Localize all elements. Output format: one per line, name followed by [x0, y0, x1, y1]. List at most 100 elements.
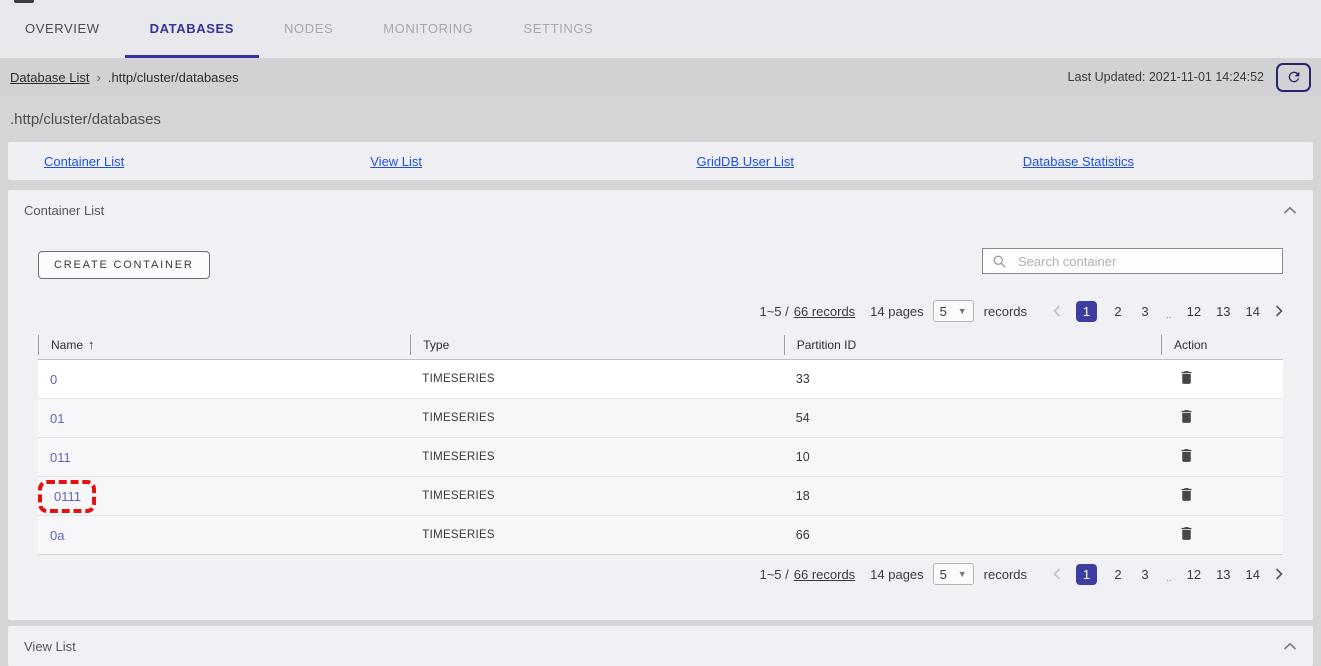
cell-action: [1161, 524, 1283, 546]
record-range-text: 1~5 /: [759, 567, 788, 582]
record-range-text: 1~5 /: [759, 304, 788, 319]
page-button-2[interactable]: 2: [1112, 567, 1124, 582]
breadcrumb-link-database-list[interactable]: Database List: [10, 70, 90, 85]
cell-action: [1161, 368, 1283, 390]
table-row: 0111TIMESERIES18: [38, 477, 1283, 516]
column-header-type[interactable]: Type: [410, 335, 784, 355]
view-list-title: View List: [24, 639, 76, 654]
container-list-title: Container List: [24, 203, 104, 218]
tab-bar: OVERVIEWDATABASESNODESMONITORINGSETTINGS: [0, 0, 1321, 58]
page-title-row: .http/cluster/databases: [0, 96, 1321, 142]
cell-partition-id: 33: [784, 372, 1161, 386]
search-icon: [992, 254, 1007, 269]
column-header-partition-id[interactable]: Partition ID: [784, 335, 1161, 355]
cell-name: 01: [38, 411, 410, 426]
pagination-ellipsis: ..: [1166, 310, 1172, 322]
page-button-14[interactable]: 14: [1246, 567, 1260, 582]
container-name-link[interactable]: 0111: [54, 489, 81, 504]
pages-count-text: 14 pages: [870, 304, 924, 319]
page-size-select[interactable]: 5▼: [933, 563, 974, 585]
chevron-right-icon[interactable]: [1275, 305, 1283, 317]
page-size-select[interactable]: 5▼: [933, 300, 974, 322]
table-row: 0aTIMESERIES66: [38, 516, 1283, 555]
logo-partial: [14, 0, 34, 3]
records-suffix-text: records: [984, 567, 1027, 582]
breadcrumb-separator-icon: ›: [97, 70, 101, 85]
container-name-link[interactable]: 01: [50, 411, 64, 426]
column-header-name[interactable]: Name ↑: [38, 335, 410, 355]
container-list-header: Container List: [8, 190, 1313, 218]
pagination-top: 1~5 /66 records14 pages5▼records123..121…: [38, 300, 1283, 322]
column-header-action: Action: [1161, 335, 1283, 355]
cell-partition-id: 10: [784, 450, 1161, 464]
container-name-link[interactable]: 011: [50, 450, 71, 465]
trash-icon[interactable]: [1178, 524, 1195, 543]
page-button-1[interactable]: 1: [1076, 301, 1097, 322]
quick-link-container-list[interactable]: Container List: [44, 154, 124, 169]
cell-name: 0a: [38, 528, 410, 543]
cell-type: TIMESERIES: [410, 412, 784, 424]
search-input[interactable]: [1016, 253, 1273, 270]
page-button-12[interactable]: 12: [1187, 304, 1201, 319]
tab-settings[interactable]: SETTINGS: [499, 2, 619, 58]
cell-partition-id: 54: [784, 411, 1161, 425]
chevron-up-icon[interactable]: [1283, 642, 1297, 651]
column-label: Type: [423, 338, 449, 352]
container-list-panel: Container List CREATE CONTAINER 1~5 / 66 …: [8, 190, 1313, 620]
pagination-ellipsis: ..: [1166, 573, 1172, 585]
page-button-3[interactable]: 3: [1139, 567, 1151, 582]
chevron-down-icon: ▼: [958, 569, 967, 579]
trash-icon[interactable]: [1178, 446, 1195, 465]
tab-nodes[interactable]: NODES: [259, 2, 358, 58]
page-number-list: 123..121314: [1053, 301, 1283, 322]
table-header-row: Name ↑ Type Partition ID Action: [38, 330, 1283, 360]
container-name-link[interactable]: 0: [50, 372, 57, 387]
records-count-link[interactable]: 66 records: [794, 304, 855, 319]
table-row: 011TIMESERIES10: [38, 438, 1283, 477]
chevron-right-icon[interactable]: [1275, 568, 1283, 580]
cell-name: 011: [38, 450, 410, 465]
page-button-13[interactable]: 13: [1216, 304, 1230, 319]
page-button-1[interactable]: 1: [1076, 564, 1097, 585]
cell-name: 0111: [38, 489, 410, 504]
create-container-button[interactable]: CREATE CONTAINER: [38, 251, 210, 279]
page-button-13[interactable]: 13: [1216, 567, 1230, 582]
page-button-2[interactable]: 2: [1112, 304, 1124, 319]
page-number-list: 123..121314: [1053, 564, 1283, 585]
breadcrumb-bar: Database List › .http/cluster/databases …: [0, 58, 1321, 96]
column-label: Action: [1174, 338, 1207, 352]
quick-link-database-statistics[interactable]: Database Statistics: [1023, 154, 1134, 169]
sort-asc-icon: ↑: [88, 337, 95, 352]
highlight-red-dashed-box: 0111: [38, 480, 96, 513]
records-suffix-text: records: [984, 304, 1027, 319]
cell-action: [1161, 446, 1283, 468]
chevron-down-icon: ▼: [958, 306, 967, 316]
container-name-link[interactable]: 0a: [50, 528, 64, 543]
page-size-value: 5: [940, 304, 947, 319]
cell-action: [1161, 407, 1283, 429]
quick-link-griddb-user-list[interactable]: GridDB User List: [697, 154, 795, 169]
cell-type: TIMESERIES: [410, 529, 784, 541]
refresh-button[interactable]: [1276, 63, 1311, 92]
page-button-3[interactable]: 3: [1139, 304, 1151, 319]
cell-name: 0: [38, 372, 410, 387]
container-table: Name ↑ Type Partition ID Action 0 TIMESER…: [38, 330, 1283, 555]
trash-icon[interactable]: [1178, 368, 1195, 387]
chevron-up-icon[interactable]: [1283, 206, 1297, 215]
breadcrumb: Database List › .http/cluster/databases: [10, 70, 239, 85]
cell-type: TIMESERIES: [410, 373, 784, 385]
tab-databases[interactable]: DATABASES: [125, 2, 259, 58]
quick-link-view-list[interactable]: View List: [370, 154, 422, 169]
chevron-left-icon[interactable]: [1053, 305, 1061, 317]
last-updated-text: Last Updated: 2021-11-01 14:24:52: [1068, 70, 1264, 84]
pagination-bottom: 1~5 /66 records14 pages5▼records123..121…: [38, 563, 1283, 585]
page-button-12[interactable]: 12: [1187, 567, 1201, 582]
search-container-box: [982, 248, 1283, 274]
chevron-left-icon[interactable]: [1053, 568, 1061, 580]
trash-icon[interactable]: [1178, 407, 1195, 426]
trash-icon[interactable]: [1178, 485, 1195, 504]
page-button-14[interactable]: 14: [1246, 304, 1260, 319]
tab-overview[interactable]: OVERVIEW: [0, 2, 125, 58]
tab-monitoring[interactable]: MONITORING: [358, 2, 498, 58]
records-count-link[interactable]: 66 records: [794, 567, 855, 582]
